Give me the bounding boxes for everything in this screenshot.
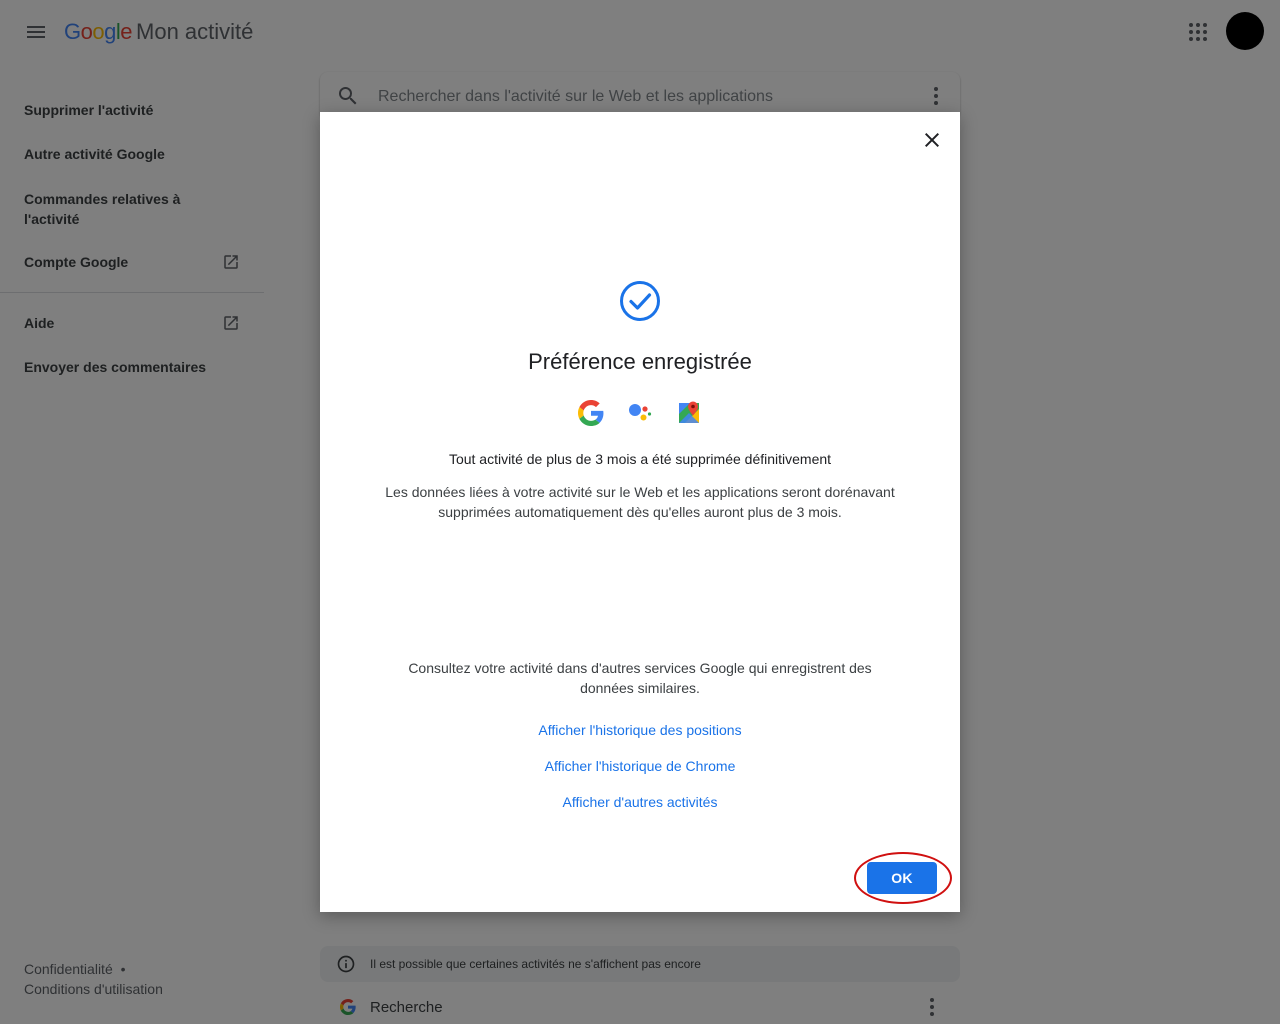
other-services-message: Consultez votre activité dans d'autres s…: [408, 660, 872, 696]
dialog-title: Préférence enregistrée: [528, 349, 752, 374]
auto-delete-message: Les données liées à votre activité sur l…: [385, 484, 895, 520]
ok-button[interactable]: OK: [867, 862, 937, 894]
google-search-icon: [578, 400, 604, 426]
link-other-activity: Afficher d'autres activités: [320, 792, 960, 812]
close-icon[interactable]: [920, 128, 944, 152]
chrome-history-link[interactable]: Afficher l'historique de Chrome: [545, 758, 736, 774]
link-location-history: Afficher l'historique des positions: [320, 720, 960, 740]
google-maps-icon: [679, 401, 699, 423]
preference-saved-dialog: Préférence enregistrée Tout activité de …: [320, 112, 960, 912]
product-icons: [578, 400, 702, 426]
deleted-message: Tout activité de plus de 3 mois a été su…: [448, 451, 832, 467]
location-history-link[interactable]: Afficher l'historique des positions: [538, 722, 741, 738]
check-circle-icon: [620, 281, 660, 321]
other-activity-link[interactable]: Afficher d'autres activités: [563, 794, 718, 810]
link-chrome-history: Afficher l'historique de Chrome: [320, 756, 960, 776]
google-assistant-icon: [629, 404, 652, 421]
